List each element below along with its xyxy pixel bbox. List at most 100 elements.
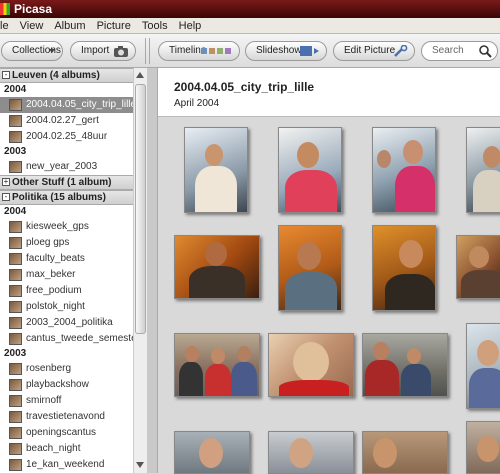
timeline-button[interactable]: Timeline — [158, 41, 240, 61]
album-item[interactable]: ploeg gps — [0, 235, 133, 251]
photo-thumbnail[interactable] — [174, 333, 260, 397]
album-thumbnail — [9, 301, 22, 313]
search-icon — [479, 45, 492, 58]
scroll-up-arrow-icon[interactable] — [136, 72, 144, 78]
menu-help[interactable]: Help — [175, 18, 206, 34]
album-list-sidebar: - Leuven (4 albums) 2004 2004.04.05_city_… — [0, 68, 147, 473]
album-item[interactable]: kiesweek_gps — [0, 219, 133, 235]
album-item[interactable]: 2004.02.25_48uur — [0, 129, 133, 145]
album-thumbnail — [9, 379, 22, 391]
album-thumbnail — [9, 237, 22, 249]
toolbar: Collections Import Timeline Slideshow Ed… — [0, 34, 500, 68]
album-thumbnail — [9, 459, 22, 471]
album-label: new_year_2003 — [26, 161, 98, 172]
scrollbar-thumb[interactable] — [135, 84, 146, 334]
photo-thumbnail[interactable] — [174, 431, 250, 474]
album-label: travestietenavond — [26, 411, 105, 422]
album-item[interactable]: smirnoff — [0, 393, 133, 409]
album-item[interactable]: rosenberg — [0, 361, 133, 377]
group-label: Other Stuff (1 album) — [12, 177, 112, 188]
album-thumbnail — [9, 99, 22, 111]
menu-view[interactable]: View — [16, 18, 48, 34]
album-thumbnail — [9, 333, 22, 345]
chevron-down-icon — [49, 49, 55, 53]
app-title: Picasa — [14, 2, 53, 16]
photo-thumbnail[interactable] — [372, 225, 436, 311]
album-item[interactable]: max_beker — [0, 267, 133, 283]
expand-toggle[interactable]: + — [2, 178, 10, 186]
photo-thumbnail[interactable] — [372, 127, 436, 213]
photo-thumbnail[interactable] — [278, 225, 342, 311]
album-label: cantus_tweede_semester — [26, 333, 133, 344]
photo-grid — [158, 116, 500, 474]
album-thumbnail — [9, 221, 22, 233]
album-thumbnail — [9, 411, 22, 423]
group-header-leuven[interactable]: - Leuven (4 albums) — [0, 68, 133, 83]
collapse-toggle[interactable]: - — [2, 71, 10, 79]
search-input[interactable]: Search — [421, 41, 498, 61]
group-header-politika[interactable]: - Politika (15 albums) — [0, 190, 133, 205]
collapse-toggle[interactable]: - — [2, 193, 10, 201]
album-item[interactable]: travestietenavond — [0, 409, 133, 425]
year-heading: 2004 — [4, 84, 27, 95]
album-item[interactable]: 1e_kan_weekend — [0, 457, 133, 473]
menu-album[interactable]: Album — [50, 18, 89, 34]
photo-thumbnail[interactable] — [466, 127, 500, 213]
album-thumbnail — [9, 269, 22, 281]
album-thumbnail — [9, 115, 22, 127]
photo-thumbnail[interactable] — [456, 235, 500, 299]
menu-bar: le View Album Picture Tools Help — [0, 18, 500, 34]
album-thumbnail — [9, 443, 22, 455]
album-item[interactable]: polstok_night — [0, 299, 133, 315]
photo-thumbnail[interactable] — [268, 431, 354, 474]
album-label: polstok_night — [26, 301, 85, 312]
photo-thumbnail[interactable] — [362, 333, 448, 397]
album-label: 2004.04.05_city_trip_lille — [26, 99, 133, 110]
camera-icon — [114, 46, 128, 57]
photo-thumbnail[interactable] — [466, 323, 500, 409]
edit-picture-button[interactable]: Edit Picture — [333, 41, 415, 61]
photo-thumbnail[interactable] — [268, 333, 354, 397]
group-header-other-stuff[interactable]: + Other Stuff (1 album) — [0, 175, 133, 190]
album-item[interactable]: openingscantus — [0, 425, 133, 441]
search-placeholder: Search — [432, 45, 464, 56]
album-thumbnail — [9, 395, 22, 407]
panel-divider[interactable] — [147, 68, 158, 473]
album-label: 2004.02.25_48uur — [26, 131, 108, 142]
album-item[interactable]: beach_night — [0, 441, 133, 457]
menu-file[interactable]: le — [0, 18, 13, 34]
album-item[interactable]: faculty_beats — [0, 251, 133, 267]
photo-thumbnail[interactable] — [184, 127, 248, 213]
slideshow-button[interactable]: Slideshow — [245, 41, 327, 61]
photo-thumbnail[interactable] — [466, 421, 500, 474]
album-date: April 2004 — [174, 98, 220, 109]
album-label: smirnoff — [26, 395, 62, 406]
album-item[interactable]: playbackshow — [0, 377, 133, 393]
photo-thumbnail[interactable] — [174, 235, 260, 299]
year-heading: 2004 — [4, 206, 27, 217]
import-button[interactable]: Import — [70, 41, 136, 61]
album-label: free_podium — [26, 285, 82, 296]
album-label: rosenberg — [26, 363, 72, 374]
edit-picture-label: Edit Picture — [344, 45, 396, 56]
album-label: openingscantus — [26, 427, 97, 438]
group-label: Leuven (4 albums) — [12, 70, 100, 81]
photo-thumbnail[interactable] — [362, 431, 448, 474]
album-item[interactable]: 2003_2004_politika — [0, 315, 133, 331]
group-label: Politika (15 albums) — [12, 192, 106, 203]
timeline-icon — [201, 48, 231, 54]
scroll-down-arrow-icon[interactable] — [136, 462, 144, 468]
sidebar-scrollbar[interactable] — [133, 68, 147, 473]
album-item[interactable]: 2004.04.05_city_trip_lille — [0, 97, 133, 113]
photo-thumbnail[interactable] — [278, 127, 342, 213]
album-thumbnail — [9, 363, 22, 375]
collections-button[interactable]: Collections — [1, 41, 63, 61]
import-label: Import — [81, 45, 110, 56]
menu-tools[interactable]: Tools — [138, 18, 172, 34]
album-item[interactable]: cantus_tweede_semester — [0, 331, 133, 347]
album-label: playbackshow — [26, 379, 89, 390]
menu-picture[interactable]: Picture — [93, 18, 135, 34]
album-item[interactable]: 2004.02.27_gert — [0, 113, 133, 129]
album-item[interactable]: new_year_2003 — [0, 159, 133, 175]
album-item[interactable]: free_podium — [0, 283, 133, 299]
